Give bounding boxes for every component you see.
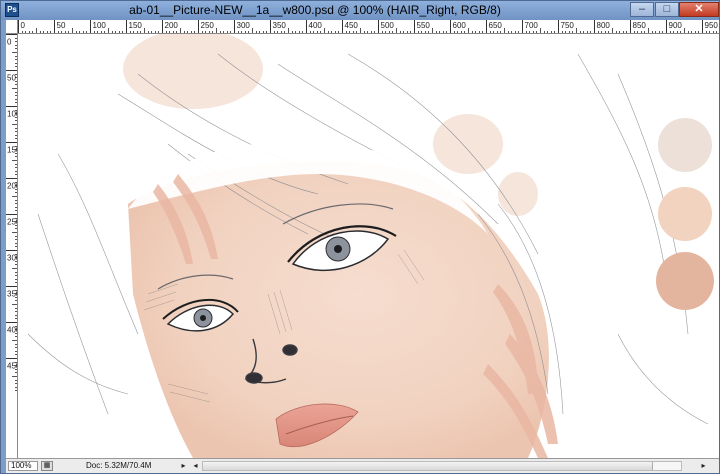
- ruler-tick-label: 350: [273, 21, 287, 30]
- ruler-tick-label: 250: [7, 218, 18, 227]
- horizontal-scroll-thumb[interactable]: [203, 462, 653, 470]
- ruler-tick-label: 800: [597, 21, 611, 30]
- ruler-tick-label: 50: [57, 21, 66, 30]
- ruler-tick-label: 400: [309, 21, 323, 30]
- ruler-tick-label: 200: [165, 21, 179, 30]
- horizontal-scrollbar[interactable]: [202, 461, 682, 471]
- maximize-button[interactable]: □: [655, 2, 679, 17]
- ruler-tick-label: 0: [21, 21, 26, 30]
- status-menu-icon[interactable]: ▦: [41, 461, 53, 471]
- color-swatches: [656, 118, 714, 310]
- ruler-tick-label: 950: [705, 21, 719, 30]
- ruler-tick-label: 550: [417, 21, 431, 30]
- ruler-tick-label: 600: [453, 21, 467, 30]
- horizontal-ruler[interactable]: 0 50 100 150 200 250 300 350 400 450 500 550 600 650 7…: [18, 20, 719, 34]
- swatch-dark: [656, 252, 714, 310]
- swatch-light: [658, 118, 712, 172]
- document-canvas[interactable]: [18, 34, 719, 458]
- ruler-tick-label: 100: [93, 21, 107, 30]
- ruler-tick-label: 150: [129, 21, 143, 30]
- ruler-tick-label: 500: [381, 21, 395, 30]
- ruler-tick-label: 400: [7, 326, 18, 335]
- zoom-field[interactable]: 100%: [8, 461, 38, 471]
- ruler-tick-label: 450: [7, 362, 18, 371]
- ruler-tick-label: 100: [7, 110, 18, 119]
- vertical-ruler-ticks: 0 50 100 150 200 250 300 350 400 450: [6, 34, 18, 391]
- ruler-tick-label: 250: [201, 21, 215, 30]
- status-menu-arrow-icon[interactable]: ▸: [178, 460, 189, 472]
- horizontal-ruler-ticks: 0 50 100 150 200 250 300 350 400 450 500 550 600 650 7…: [18, 20, 719, 33]
- ruler-tick-label: 50: [7, 74, 16, 83]
- ruler-tick-label: 200: [7, 182, 18, 191]
- ruler-tick-label: 350: [7, 290, 18, 299]
- ruler-tick-label: 450: [345, 21, 359, 30]
- ruler-tick-label: 0: [7, 38, 12, 47]
- scroll-left-arrow-icon[interactable]: ◂: [190, 460, 201, 472]
- document-window: Ps ab-01__Picture-NEW__1a__w800.psd @ 10…: [0, 0, 720, 474]
- ruler-tick-label: 700: [525, 21, 539, 30]
- illustration-artwork: [27, 34, 714, 458]
- close-button[interactable]: ✕: [679, 2, 719, 17]
- ruler-tick-label: 150: [7, 146, 18, 155]
- ruler-tick-label: 750: [561, 21, 575, 30]
- scroll-right-arrow-icon[interactable]: ▸: [698, 460, 709, 472]
- swatch-medium: [658, 187, 712, 241]
- ruler-tick-label: 850: [633, 21, 647, 30]
- ruler-tick-label: 300: [237, 21, 251, 30]
- ruler-tick-label: 900: [669, 21, 683, 30]
- ruler-tick-label: 300: [7, 254, 18, 263]
- status-bar: 100% ▦ Doc: 5.32M/70.4M ▸ ◂ ▸: [6, 458, 719, 473]
- minimize-button[interactable]: –: [630, 2, 654, 17]
- doc-size-info[interactable]: Doc: 5.32M/70.4M: [66, 461, 176, 471]
- ruler-origin-corner[interactable]: [6, 20, 18, 34]
- ruler-tick-label: 650: [489, 21, 503, 30]
- vertical-ruler[interactable]: 0 50 100 150 200 250 300 350 400 450: [6, 34, 18, 458]
- title-bar[interactable]: Ps ab-01__Picture-NEW__1a__w800.psd @ 10…: [1, 1, 719, 20]
- window-title: ab-01__Picture-NEW__1a__w800.psd @ 100% …: [129, 3, 501, 17]
